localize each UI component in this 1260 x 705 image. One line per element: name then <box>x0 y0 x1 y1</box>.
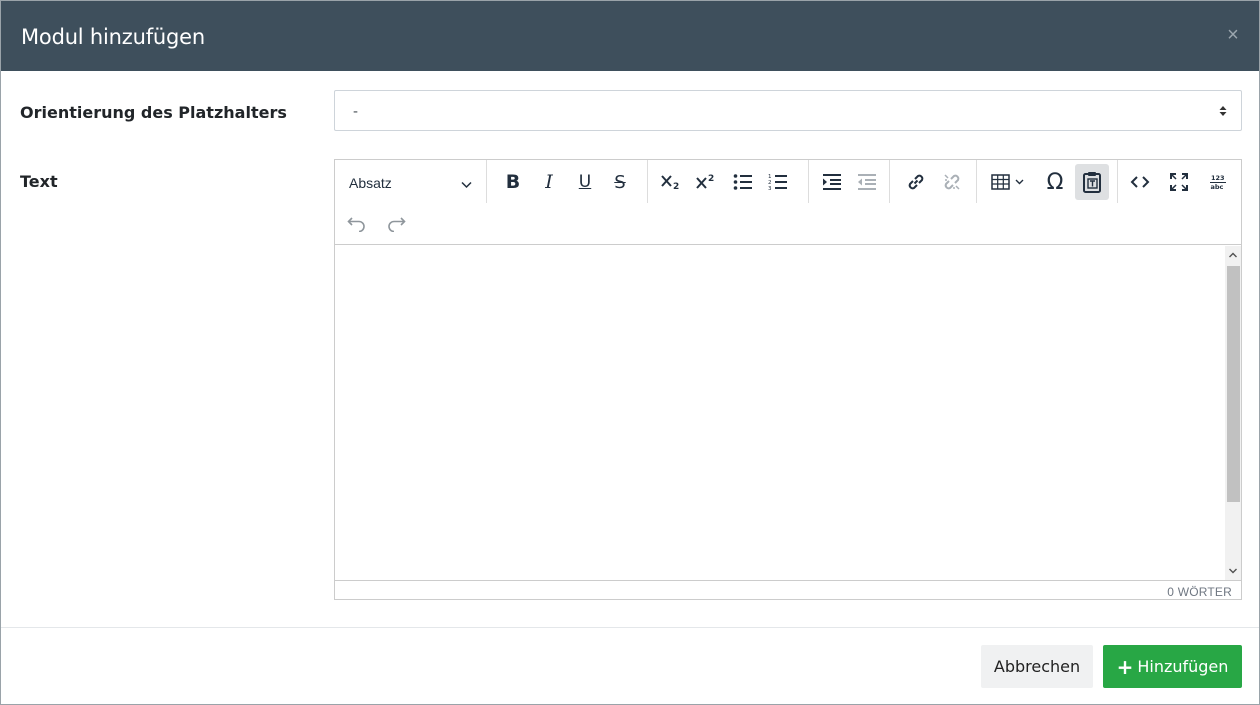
orientation-label: Orientierung des Platzhalters <box>20 103 287 122</box>
paste-text-icon[interactable] <box>1075 164 1109 200</box>
format-select[interactable]: Absatz <box>335 160 487 203</box>
editor-toolbar-history <box>335 203 1241 245</box>
strikethrough-icon[interactable]: S <box>603 164 637 200</box>
bold-icon[interactable]: B <box>496 164 530 200</box>
dialog-header: Modul hinzufügen × <box>1 1 1259 71</box>
word-count[interactable]: 0 WÖRTER <box>1167 585 1232 599</box>
subscript-icon[interactable]: 2 <box>654 164 688 200</box>
svg-text:123: 123 <box>1211 174 1225 182</box>
scroll-up-icon[interactable] <box>1225 246 1241 264</box>
spellcheck-icon[interactable]: 123 abc <box>1201 164 1235 200</box>
unlink-icon[interactable] <box>935 164 969 200</box>
add-module-dialog: Modul hinzufügen × Orientierung des Plat… <box>0 0 1260 705</box>
editor-scrollbar[interactable] <box>1225 246 1241 580</box>
superscript-icon[interactable]: 2 <box>689 164 723 200</box>
outdent-icon[interactable] <box>850 164 884 200</box>
footer-divider <box>1 627 1259 628</box>
undo-icon[interactable] <box>340 205 374 241</box>
toolbar-group-link <box>891 160 977 203</box>
select-arrows-icon <box>1219 101 1227 121</box>
bullet-list-icon[interactable] <box>726 164 760 200</box>
cancel-button-label: Abbrechen <box>993 657 1081 676</box>
chevron-down-icon <box>461 176 472 194</box>
toolbar-group-insert: Ω <box>978 160 1118 203</box>
close-icon[interactable]: × <box>1225 25 1241 45</box>
editor-statusbar: 0 WÖRTER <box>335 580 1241 599</box>
table-icon[interactable] <box>986 164 1034 200</box>
toolbar-group-format: B I U S <box>488 160 648 203</box>
special-char-icon[interactable]: Ω <box>1038 164 1072 200</box>
svg-text:3: 3 <box>768 186 772 191</box>
indent-icon[interactable] <box>815 164 849 200</box>
svg-text:2: 2 <box>708 174 714 184</box>
editor-toolbar: Absatz B I U S 2 2 1 2 3 Ω 123 abc <box>335 160 1241 203</box>
add-button[interactable]: + Hinzufügen <box>1103 645 1242 688</box>
underline-icon[interactable]: U <box>568 164 602 200</box>
numbered-list-icon[interactable]: 123 <box>761 164 795 200</box>
redo-icon[interactable] <box>379 205 413 241</box>
add-button-label: Hinzufügen <box>1137 657 1229 676</box>
toolbar-group-script-lists: 2 2 123 <box>649 160 809 203</box>
orientation-select-value: - <box>353 103 358 120</box>
scroll-down-icon[interactable] <box>1225 562 1241 580</box>
dialog-title: Modul hinzufügen <box>21 25 205 49</box>
source-code-icon[interactable] <box>1123 164 1157 200</box>
orientation-select[interactable]: - <box>334 90 1242 131</box>
text-label: Text <box>20 172 58 191</box>
fullscreen-icon[interactable] <box>1162 164 1196 200</box>
cancel-button[interactable]: Abbrechen <box>981 645 1093 688</box>
plus-icon: + <box>1116 654 1134 679</box>
editor-content-area[interactable] <box>335 246 1241 580</box>
format-select-label: Absatz <box>349 175 392 191</box>
toolbar-group-tools: 123 abc <box>1119 160 1241 203</box>
italic-icon[interactable]: I <box>532 164 566 200</box>
svg-text:2: 2 <box>673 182 679 191</box>
svg-text:abc: abc <box>1211 183 1224 191</box>
scrollbar-thumb[interactable] <box>1227 266 1240 502</box>
rich-text-editor: Absatz B I U S 2 2 1 2 3 Ω 123 abc 0 WÖR… <box>334 159 1242 600</box>
link-icon[interactable] <box>899 164 933 200</box>
toolbar-group-indent <box>810 160 890 203</box>
